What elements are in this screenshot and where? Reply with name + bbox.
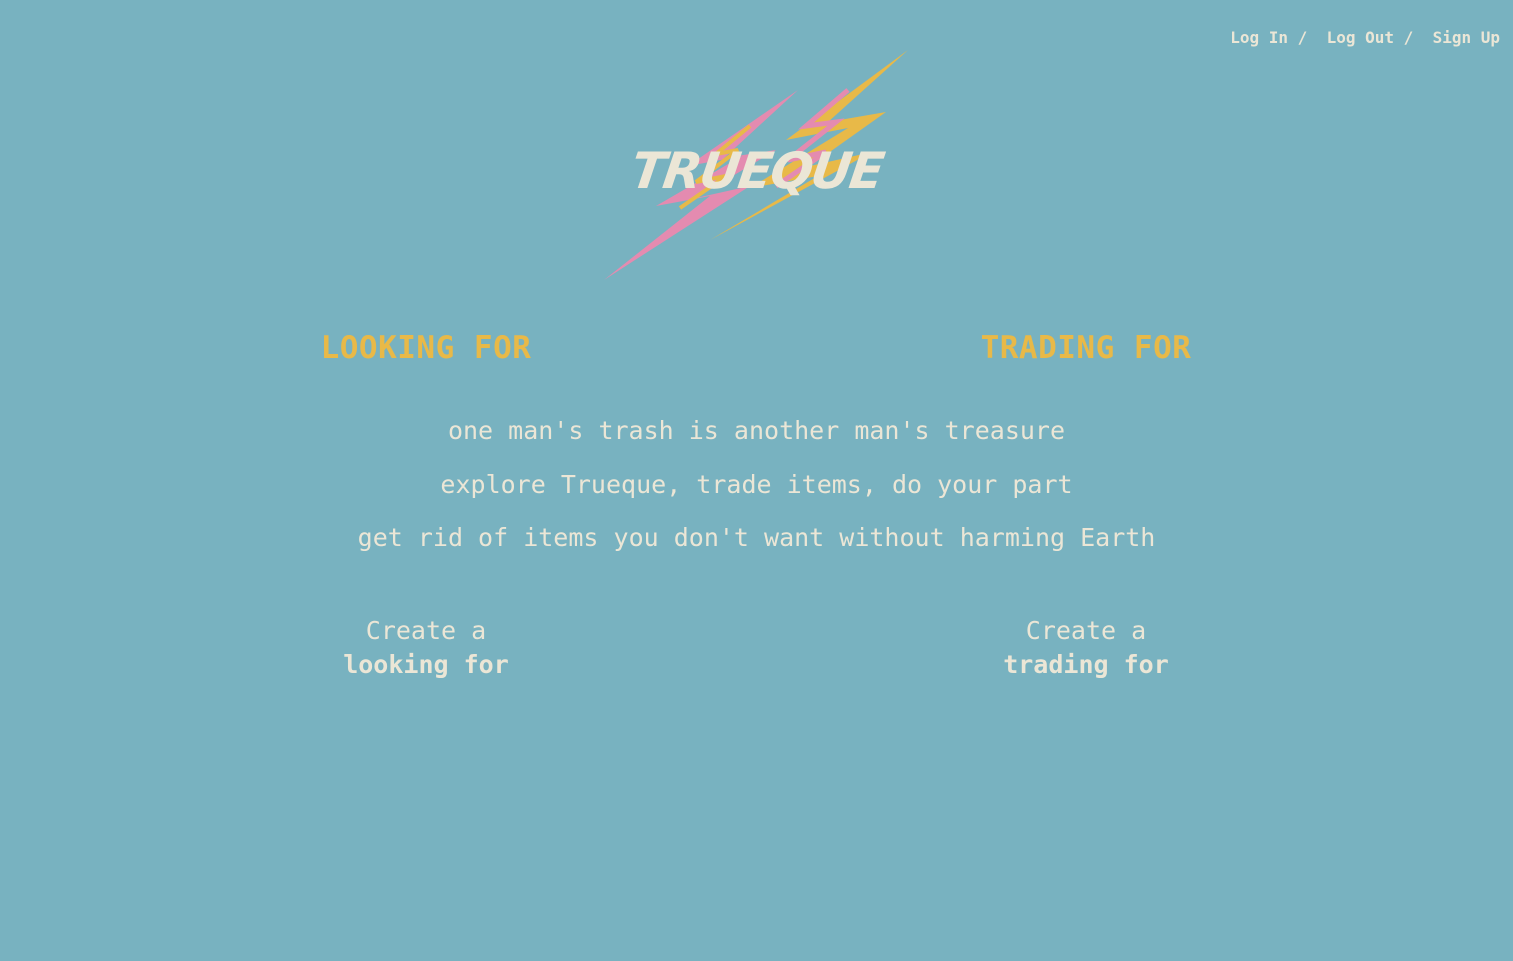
trueque-logo[interactable]: TRUEQUE — [600, 48, 910, 283]
nav-separator: / — [1297, 28, 1308, 47]
create-looking-for-label: looking for — [343, 650, 509, 679]
tagline-1: one man's trash is another man's treasur… — [447, 416, 1066, 445]
top-nav: Log In / Log Out / Sign Up — [1211, 9, 1500, 47]
signup-link[interactable]: Sign Up — [1433, 28, 1500, 47]
create-trading-for-prefix: Create a — [1025, 616, 1147, 645]
login-link[interactable]: Log In — [1230, 28, 1288, 47]
create-trading-for-label: trading for — [1003, 650, 1169, 679]
trading-for-heading[interactable]: TRADING FOR — [956, 330, 1216, 366]
nav-separator: / — [1403, 28, 1414, 47]
create-looking-for-button[interactable]: Create a looking for — [296, 614, 556, 682]
logo-wordmark: TRUEQUE — [627, 141, 887, 200]
create-looking-for-prefix: Create a — [365, 616, 487, 645]
looking-for-heading[interactable]: LOOKING FOR — [296, 330, 556, 366]
create-trading-for-button[interactable]: Create a trading for — [956, 614, 1216, 682]
logout-link[interactable]: Log Out — [1327, 28, 1394, 47]
tagline-2: explore Trueque, trade items, do your pa… — [440, 470, 1073, 499]
tagline-3: get rid of items you don't want without … — [357, 523, 1156, 552]
logo-text: TRUEQUE — [627, 141, 887, 200]
